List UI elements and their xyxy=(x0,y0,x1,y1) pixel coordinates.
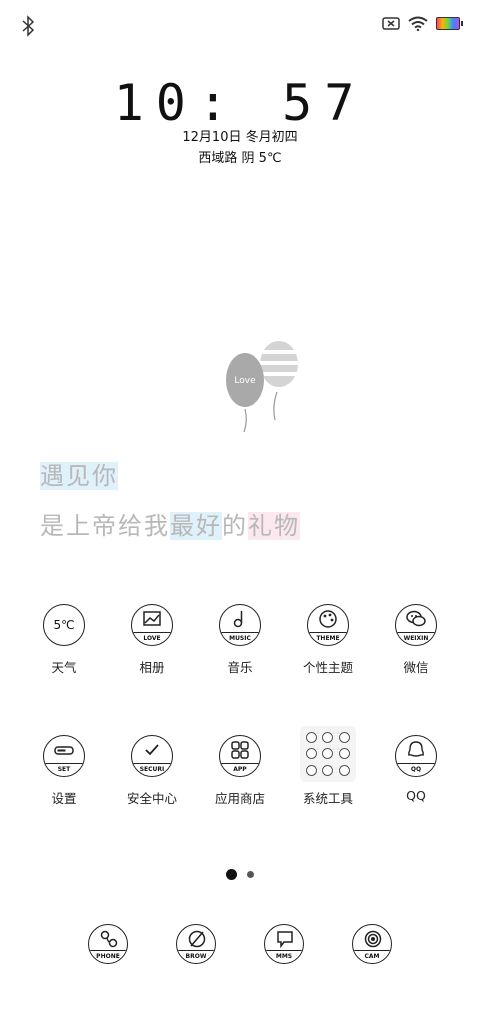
security-icon-band: SECURI xyxy=(132,763,172,776)
app-label: 系统工具 xyxy=(302,791,353,806)
settings-icon: SET xyxy=(43,735,85,777)
weather-icon-text: 5℃ xyxy=(53,618,75,632)
folder-mini-icon xyxy=(305,748,317,760)
music-icon: MUSIC xyxy=(219,604,261,646)
app-label: 应用商店 xyxy=(214,791,265,806)
clock-time[interactable]: 10: 57 xyxy=(0,74,480,132)
wallpaper-line1: 遇见你 xyxy=(40,456,118,491)
camera-icon-band: CAM xyxy=(353,950,391,963)
date-text: 12月10日 冬月初四 xyxy=(182,130,298,145)
battery-charging-icon xyxy=(436,17,463,30)
folder-mini-icon xyxy=(339,765,351,777)
balloons-illustration: Love xyxy=(226,341,298,433)
page-dot-active[interactable] xyxy=(226,869,237,880)
app-store-icon: APP xyxy=(219,735,261,777)
folder-mini-icon xyxy=(305,765,317,777)
weather-text: 西域路 阴 5℃ xyxy=(198,151,282,166)
message-icon[interactable]: MMS xyxy=(264,924,304,964)
app-store[interactable]: APP 应用商店 xyxy=(196,735,284,807)
app-system-tools-folder[interactable]: 系统工具 xyxy=(284,726,372,807)
app-label: 个性主题 xyxy=(302,660,353,675)
app-row-1: 5℃ 天气 LOVE 相册 MUSIC 音乐 THEME 个性主题 WEIXIN… xyxy=(20,604,460,676)
wallpaper-line1-text: 遇见你 xyxy=(40,462,118,490)
wechat-icon: WEIXIN xyxy=(395,604,437,646)
app-security[interactable]: SECURI 安全中心 xyxy=(108,735,196,807)
wallpaper-line2-part-a: 是上帝给我 xyxy=(40,512,170,540)
app-qq[interactable]: QQ QQ xyxy=(372,735,460,807)
app-theme[interactable]: THEME 个性主题 xyxy=(284,604,372,676)
app-label: QQ xyxy=(406,788,426,803)
page-indicator[interactable] xyxy=(0,869,480,880)
wallpaper-line2-part-c: 的 xyxy=(222,512,248,540)
app-row-2: SET 设置 SECURI 安全中心 APP 应用商店 系统工具 QQ QQ xyxy=(20,726,460,807)
security-icon: SECURI xyxy=(131,735,173,777)
phone-icon[interactable]: PHONE xyxy=(88,924,128,964)
app-label: 安全中心 xyxy=(126,791,177,806)
folder-mini-icon xyxy=(339,748,351,760)
music-icon-band: MUSIC xyxy=(220,632,260,645)
camera-icon[interactable]: CAM xyxy=(352,924,392,964)
app-store-icon-band: APP xyxy=(220,763,260,776)
folder-mini-icon xyxy=(305,731,317,743)
app-label: 天气 xyxy=(51,660,77,675)
page-dot[interactable] xyxy=(247,871,254,878)
app-label: 相册 xyxy=(139,660,165,675)
gallery-icon-band: LOVE xyxy=(132,632,172,645)
settings-icon-band: SET xyxy=(44,763,84,776)
theme-icon-band: THEME xyxy=(308,632,348,645)
app-label: 微信 xyxy=(403,660,429,675)
browser-icon[interactable]: BROW xyxy=(176,924,216,964)
wifi-icon xyxy=(408,16,428,31)
qq-icon: QQ xyxy=(395,735,437,777)
folder-mini-icon xyxy=(322,731,334,743)
wallpaper-line2-part-b: 最好 xyxy=(170,512,222,540)
gallery-icon: LOVE xyxy=(131,604,173,646)
app-weather[interactable]: 5℃ 天气 xyxy=(20,604,108,676)
app-music[interactable]: MUSIC 音乐 xyxy=(196,604,284,676)
app-gallery[interactable]: LOVE 相册 xyxy=(108,604,196,676)
app-wechat[interactable]: WEIXIN 微信 xyxy=(372,604,460,676)
app-label: 音乐 xyxy=(227,660,253,675)
browser-icon-band: BROW xyxy=(177,950,215,963)
sim-none-icon xyxy=(382,17,400,30)
balloon-text: Love xyxy=(234,376,256,386)
folder-mini-icon xyxy=(339,731,351,743)
wallpaper-line2-part-d: 礼物 xyxy=(248,512,300,540)
folder-icon xyxy=(300,726,356,782)
bluetooth-icon xyxy=(22,15,35,37)
message-icon-band: MMS xyxy=(265,950,303,963)
app-settings[interactable]: SET 设置 xyxy=(20,735,108,807)
phone-icon-band: PHONE xyxy=(89,950,127,963)
qq-icon-band: QQ xyxy=(396,763,436,776)
dock: PHONE BROW MMS CAM xyxy=(88,924,392,964)
status-bar xyxy=(0,0,480,52)
weather-icon: 5℃ xyxy=(43,604,85,646)
app-label: 设置 xyxy=(51,791,77,806)
folder-mini-icon xyxy=(322,765,334,777)
theme-icon: THEME xyxy=(307,604,349,646)
wallpaper-line2: 是上帝给我最好的礼物 xyxy=(40,506,300,541)
folder-mini-icon xyxy=(322,748,334,760)
wechat-icon-band: WEIXIN xyxy=(396,632,436,645)
